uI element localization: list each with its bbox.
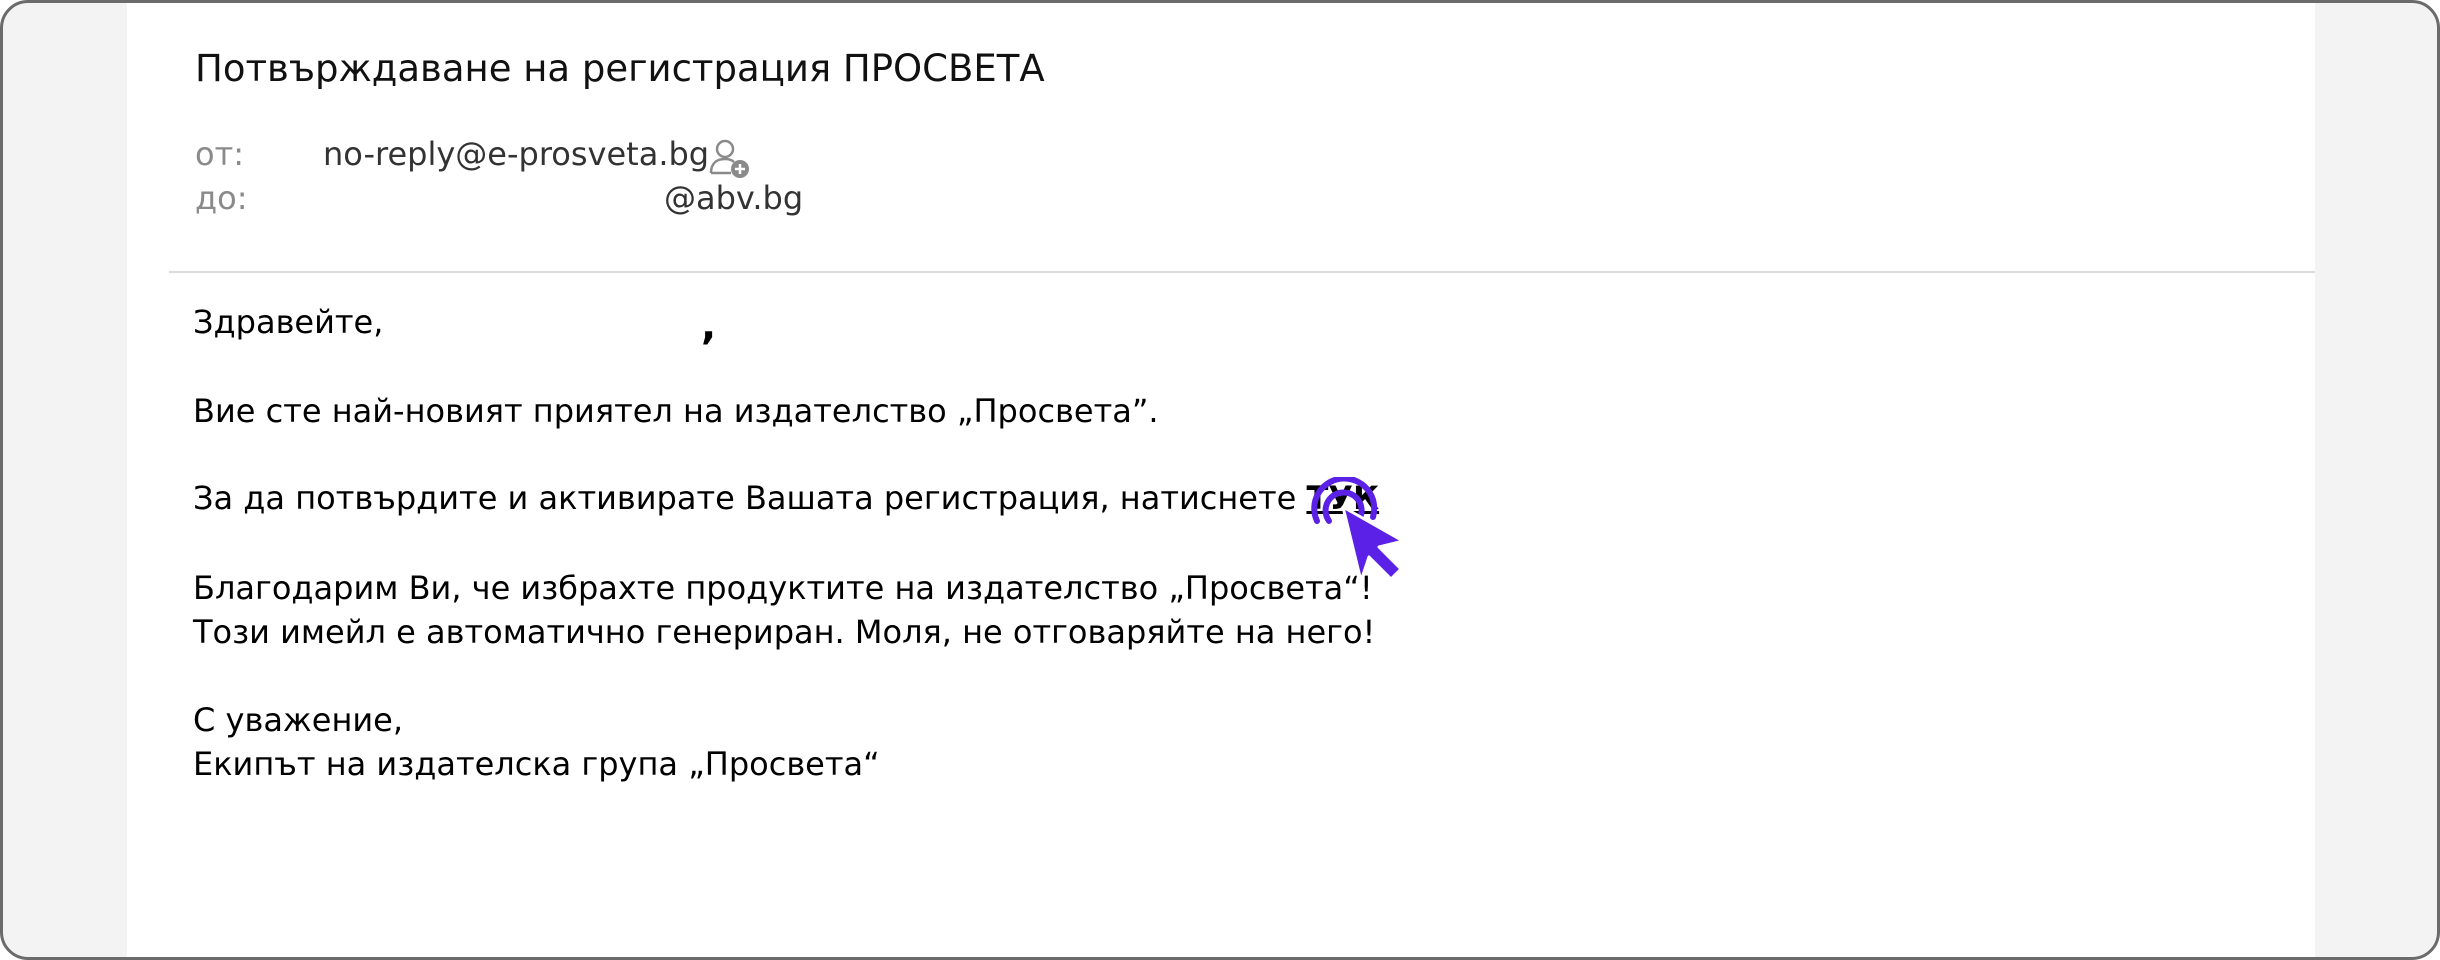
greeting-comma: ,	[701, 303, 717, 349]
signature-line: Екипът на издателска група „Просвета“	[193, 745, 880, 783]
intro-line: Вие сте най-новият приятел на издателств…	[193, 392, 1159, 430]
auto-notice-line: Този имейл е автоматично генериран. Моля…	[193, 613, 1376, 651]
thanks-line: Благодарим Ви, че избрахте продуктите на…	[193, 569, 1373, 607]
greeting-line: Здравейте,	[193, 303, 384, 341]
to-row: до: @abv.bg	[195, 179, 803, 217]
screenshot-frame: Потвърждаване на регистрация ПРОСВЕТА от…	[0, 0, 2440, 960]
confirm-line: За да потвърдите и активирате Вашата рег…	[193, 479, 1379, 517]
email-view: Потвърждаване на регистрация ПРОСВЕТА от…	[127, 3, 2315, 957]
confirm-text: За да потвърдите и активирате Вашата рег…	[193, 479, 1307, 517]
to-label: до:	[195, 179, 248, 217]
closing-line: С уважение,	[193, 701, 404, 739]
header-divider	[169, 271, 2315, 273]
from-label: от:	[195, 135, 244, 173]
from-row: от: no-reply@e-prosveta.bg	[195, 135, 709, 173]
email-subject: Потвърждаване на регистрация ПРОСВЕТА	[195, 47, 1045, 90]
from-address[interactable]: no-reply@e-prosveta.bg	[323, 135, 709, 173]
add-contact-icon[interactable]	[707, 137, 753, 181]
to-address[interactable]: @abv.bg	[664, 179, 803, 217]
